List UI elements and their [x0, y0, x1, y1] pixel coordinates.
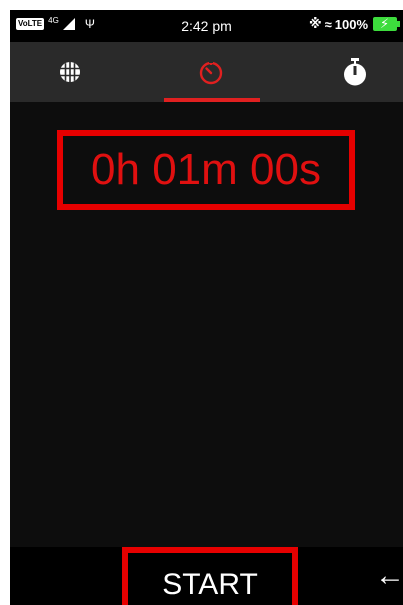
timer-display[interactable]: 0h 01m 00s [91, 148, 321, 192]
selected-tab-indicator [164, 98, 260, 102]
tab-bar [10, 42, 403, 102]
tab-stopwatch[interactable] [310, 42, 400, 102]
battery-percent: 100% [334, 16, 368, 32]
start-button[interactable]: START [122, 547, 298, 605]
stopwatch-icon [344, 58, 366, 86]
tab-world-clock[interactable] [30, 42, 110, 102]
battery-icon: ⚡ [373, 16, 400, 31]
timer-icon [199, 60, 223, 85]
status-right: ※ ≈ 100% ⚡ [308, 16, 400, 32]
bluetooth-icon: ※ [308, 16, 322, 31]
globe-icon [60, 62, 80, 82]
timer-display-box[interactable]: 0h 01m 00s [57, 130, 355, 210]
charging-bolt-icon: ⚡ [380, 16, 390, 31]
back-arrow-icon[interactable]: ← [375, 559, 403, 593]
tab-timer[interactable] [166, 42, 256, 102]
bottom-bar: START ← [10, 547, 403, 605]
status-bar: VoLTE 4G Ψ 2:42 pm ※ ≈ 100% ⚡ [10, 10, 403, 42]
app-screen: VoLTE 4G Ψ 2:42 pm ※ ≈ 100% ⚡ 0h 01m 00s… [10, 10, 403, 605]
start-button-label: START [162, 568, 258, 601]
vibrate-icon: ≈ [324, 16, 332, 32]
